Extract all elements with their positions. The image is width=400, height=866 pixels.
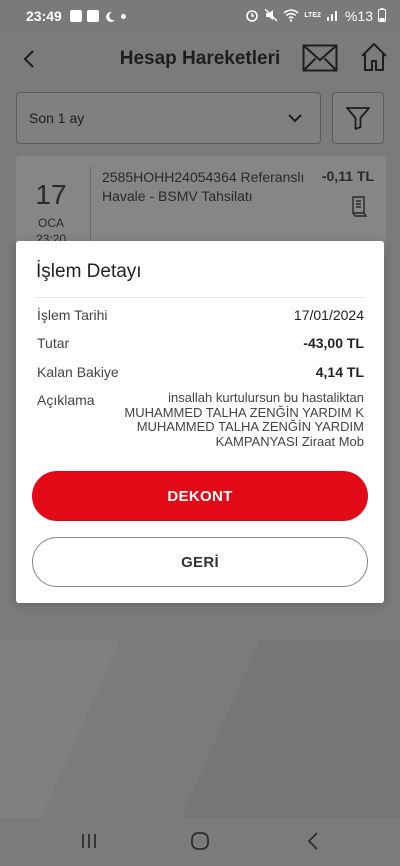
envelope-icon bbox=[302, 44, 338, 72]
detail-value-description: insallah kurtulursun bu hastaliktan MUHA… bbox=[114, 390, 364, 449]
detail-label-date: İşlem Tarihi bbox=[37, 307, 108, 323]
dialog-title: İşlem Detayı bbox=[36, 261, 142, 282]
home-button[interactable] bbox=[360, 42, 388, 72]
network-type: LTE2 bbox=[304, 12, 321, 19]
notification-icon bbox=[69, 10, 82, 22]
filter-button[interactable] bbox=[332, 92, 384, 144]
detail-value-date: 17/01/2024 bbox=[293, 307, 364, 323]
moon-icon bbox=[104, 10, 116, 22]
dialog-divider bbox=[36, 297, 364, 298]
detail-value-amount: -43,00 TL bbox=[303, 335, 364, 351]
chevron-left-icon bbox=[307, 832, 318, 850]
description-line: MUHAMMED TALHA ZENĞİN YARDIM bbox=[136, 419, 364, 434]
system-back-button[interactable] bbox=[306, 831, 320, 851]
divider bbox=[90, 166, 91, 246]
system-home-button[interactable] bbox=[190, 831, 210, 851]
detail-label-description: Açıklama bbox=[37, 392, 95, 408]
signal-icon bbox=[326, 8, 340, 25]
detail-value-balance: 4,14 TL bbox=[315, 364, 364, 380]
period-select[interactable]: Son 1 ay bbox=[16, 92, 321, 144]
page-title: Hesap Hareketleri bbox=[119, 48, 281, 69]
dot-icon bbox=[120, 13, 126, 19]
description-line: KAMPANYASI Ziraat Mob bbox=[215, 433, 364, 449]
receipt-icon[interactable] bbox=[350, 196, 370, 218]
description-line: insallah kurtulursun bu hastaliktan bbox=[168, 390, 364, 405]
transaction-detail-dialog: İşlem Detayı İşlem Tarihi 17/01/2024 Tut… bbox=[16, 241, 384, 603]
system-nav-bar bbox=[0, 818, 400, 866]
transaction-date: 17 OCA 23:20 bbox=[30, 179, 72, 247]
app-header: Hesap Hareketleri bbox=[0, 32, 400, 88]
filter-row: Son 1 ay bbox=[16, 92, 386, 146]
status-bar: 23:49 LTE2 %13 bbox=[0, 0, 400, 32]
battery-text: %13 bbox=[344, 8, 373, 24]
messages-button[interactable] bbox=[302, 44, 338, 72]
detail-label-amount: Tutar bbox=[37, 335, 70, 351]
transaction-description: 2585HOHH24054364 Referanslı Havale - BSM… bbox=[102, 169, 305, 204]
back-dialog-button[interactable]: GERİ bbox=[32, 537, 368, 587]
period-select-value: Son 1 ay bbox=[29, 110, 85, 126]
background-decoration bbox=[0, 640, 400, 820]
battery-icon bbox=[378, 7, 386, 25]
home-circle-icon bbox=[191, 832, 209, 850]
receipt-button[interactable]: DEKONT bbox=[32, 471, 368, 521]
chevron-down-icon bbox=[288, 114, 302, 123]
alarm-icon bbox=[245, 8, 259, 25]
home-icon bbox=[361, 43, 387, 71]
transaction-month: OCA bbox=[37, 216, 64, 230]
status-time: 23:49 bbox=[26, 8, 62, 24]
check-icon bbox=[86, 10, 99, 22]
transaction-amount: -0,11 TL bbox=[321, 168, 374, 184]
description-line: MUHAMMED TALHA ZENĞİN YARDIM K bbox=[124, 404, 364, 420]
mute-icon bbox=[264, 8, 278, 25]
transaction-day: 17 bbox=[35, 179, 67, 210]
funnel-icon bbox=[346, 107, 370, 130]
detail-label-balance: Kalan Bakiye bbox=[37, 364, 119, 380]
recent-apps-icon bbox=[82, 834, 96, 848]
wifi-icon bbox=[283, 8, 299, 25]
recent-apps-button[interactable] bbox=[80, 832, 98, 850]
